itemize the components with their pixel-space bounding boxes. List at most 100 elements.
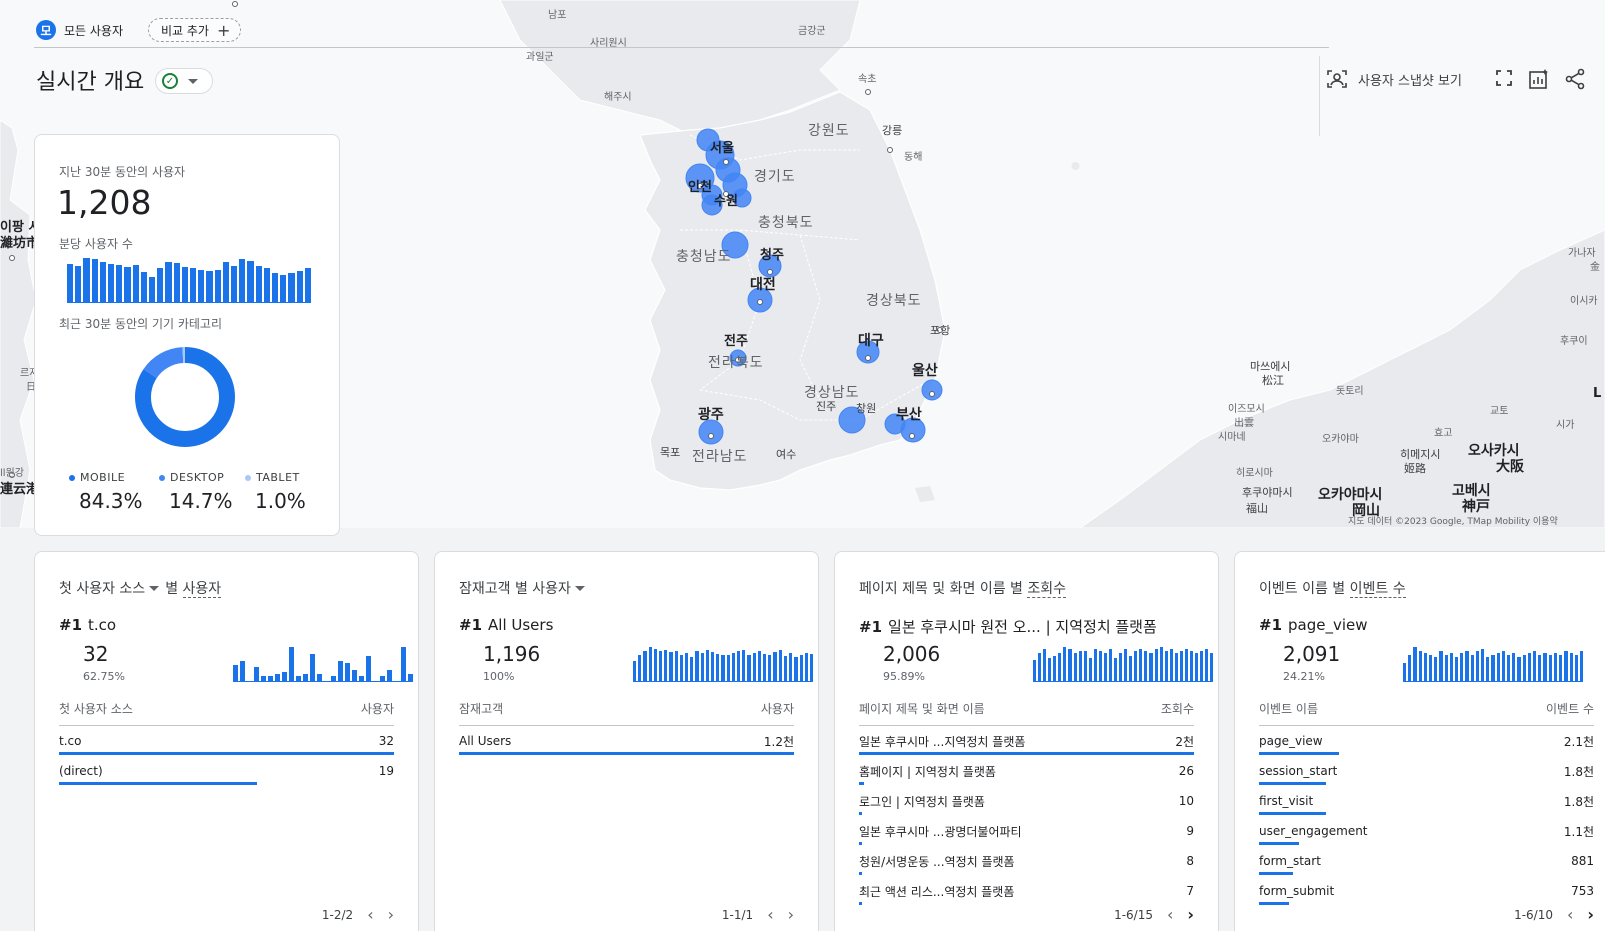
sparkline-bar[interactable]	[1139, 649, 1143, 681]
card-title[interactable]: 페이지 제목 및 화면 이름 별 조회수	[859, 578, 1067, 598]
sparkline-bar[interactable]	[1129, 655, 1133, 681]
per-minute-bar[interactable]	[116, 265, 123, 302]
sparkline-bar[interactable]	[1460, 653, 1464, 681]
sparkline-bar[interactable]	[1475, 651, 1480, 681]
sparkline-bar[interactable]	[648, 647, 652, 681]
sparkline-bar[interactable]	[261, 676, 266, 681]
per-minute-bar[interactable]	[91, 259, 98, 302]
data-status-dropdown[interactable]: ✓	[155, 68, 213, 94]
sparkline-bar[interactable]	[1543, 653, 1547, 681]
sparkline-bar[interactable]	[310, 653, 315, 681]
sparkline-bar[interactable]	[289, 647, 294, 681]
sparkline-bar[interactable]	[1134, 651, 1138, 681]
dimension-dropdown-icon[interactable]	[574, 585, 585, 591]
sparkline-bar[interactable]	[1579, 651, 1584, 681]
sparkline-bar[interactable]	[1195, 653, 1199, 681]
per-minute-bar[interactable]	[231, 266, 238, 302]
sparkline-bar[interactable]	[679, 655, 684, 681]
sparkline-bar[interactable]	[1088, 657, 1092, 681]
audience-chip-all-users[interactable]: 모 모든 사용자	[34, 18, 131, 42]
card-metric[interactable]: 조회수	[1027, 581, 1067, 598]
sparkline-bar[interactable]	[1423, 653, 1428, 681]
sparkline-bar[interactable]	[1164, 651, 1168, 681]
sparkline-bar[interactable]	[1574, 655, 1578, 681]
sparkline-bar[interactable]	[1174, 653, 1178, 681]
sparkline-bar[interactable]	[1569, 653, 1573, 681]
sparkline-bar[interactable]	[773, 652, 777, 681]
table-row[interactable]: 일본 후쿠시마 ...지역정치 플랫폼 2천	[859, 726, 1194, 756]
share-button[interactable]	[1564, 68, 1586, 90]
sparkline-bar[interactable]	[352, 669, 357, 681]
sparkline-bar[interactable]	[705, 650, 710, 681]
sparkline-bar[interactable]	[282, 671, 287, 681]
table-row[interactable]: All Users 1.2천	[459, 726, 794, 756]
sparkline-bar[interactable]	[331, 676, 336, 681]
sparkline-bar[interactable]	[752, 653, 756, 681]
sparkline-bar[interactable]	[1063, 647, 1067, 681]
per-minute-bar[interactable]	[132, 265, 139, 302]
sparkline-bar[interactable]	[742, 650, 746, 681]
sparkline-bar[interactable]	[1564, 651, 1568, 681]
top-item-sparkline[interactable]	[1403, 644, 1584, 682]
per-minute-bar[interactable]	[108, 264, 115, 302]
device-donut-chart[interactable]	[133, 345, 237, 449]
sparkline-bar[interactable]	[275, 674, 280, 681]
sparkline-bar[interactable]	[1210, 653, 1214, 681]
sparkline-bar[interactable]	[799, 655, 803, 681]
sparkline-bar[interactable]	[1548, 655, 1552, 681]
sparkline-bar[interactable]	[711, 652, 715, 681]
sparkline-bar[interactable]	[408, 674, 413, 681]
card-metric[interactable]: 이벤트 수	[1349, 581, 1406, 598]
sparkline-bar[interactable]	[303, 674, 308, 681]
per-minute-bar[interactable]	[157, 268, 164, 302]
sparkline-bar[interactable]	[338, 660, 343, 681]
per-minute-bar[interactable]	[67, 264, 74, 302]
sparkline-bar[interactable]	[1144, 651, 1148, 681]
table-row[interactable]: (direct) 19	[59, 756, 394, 786]
sparkline-bar[interactable]	[664, 650, 668, 681]
chevron-left-icon[interactable]: ‹	[367, 905, 373, 924]
sparkline-bar[interactable]	[1098, 651, 1102, 681]
per-minute-bar[interactable]	[165, 262, 172, 302]
sparkline-bar[interactable]	[1033, 659, 1037, 681]
sparkline-bar[interactable]	[1507, 655, 1511, 681]
sparkline-bar[interactable]	[726, 655, 730, 681]
table-row[interactable]: form_start 881	[1259, 846, 1594, 876]
sparkline-bar[interactable]	[345, 662, 350, 681]
sparkline-bar[interactable]	[809, 654, 814, 681]
sparkline-bar[interactable]	[1073, 653, 1077, 681]
sparkline-bar[interactable]	[1418, 651, 1422, 681]
sparkline-bar[interactable]	[1058, 653, 1062, 681]
sparkline-bar[interactable]	[1496, 653, 1500, 681]
per-minute-bar[interactable]	[222, 262, 230, 302]
per-minute-bar[interactable]	[304, 268, 312, 302]
sparkline-bar[interactable]	[401, 647, 406, 681]
per-minute-bar[interactable]	[296, 270, 303, 302]
table-row[interactable]: t.co 32	[59, 726, 394, 756]
sparkline-bar[interactable]	[695, 651, 699, 681]
card-title[interactable]: 첫 사용자 소스 별 사용자	[59, 578, 222, 598]
sparkline-bar[interactable]	[1465, 651, 1469, 681]
per-minute-bar[interactable]	[83, 258, 90, 302]
sparkline-bar[interactable]	[1559, 655, 1563, 681]
per-minute-bar[interactable]	[263, 268, 271, 302]
table-row[interactable]: 로그인 | 지역정치 플랫폼 10	[859, 786, 1194, 816]
per-minute-bar[interactable]	[124, 267, 131, 302]
sparkline-bar[interactable]	[1038, 653, 1042, 681]
top-item-sparkline[interactable]	[633, 644, 814, 682]
per-minute-bar[interactable]	[181, 267, 189, 302]
sparkline-bar[interactable]	[1200, 651, 1204, 681]
sparkline-bar[interactable]	[1481, 649, 1485, 681]
per-minute-bar[interactable]	[255, 266, 262, 302]
sparkline-bar[interactable]	[1043, 649, 1047, 681]
sparkline-bar[interactable]	[1455, 657, 1459, 681]
per-minute-bar[interactable]	[75, 266, 82, 302]
chevron-left-icon[interactable]: ‹	[1567, 905, 1573, 924]
sparkline-bar[interactable]	[296, 676, 301, 681]
sparkline-bar[interactable]	[1413, 647, 1417, 681]
sparkline-bar[interactable]	[387, 669, 392, 681]
sparkline-bar[interactable]	[763, 654, 767, 681]
sparkline-bar[interactable]	[1522, 655, 1526, 681]
sparkline-bar[interactable]	[804, 653, 808, 681]
per-minute-bar[interactable]	[288, 272, 295, 302]
